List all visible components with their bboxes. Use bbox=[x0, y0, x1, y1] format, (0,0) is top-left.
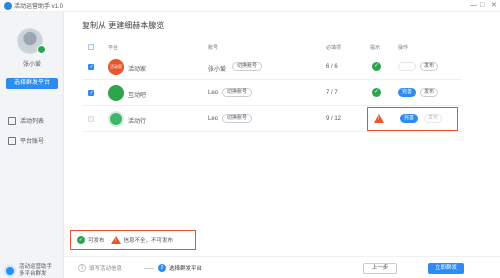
column-account: 账号 bbox=[208, 45, 219, 51]
minimize-button[interactable]: — bbox=[470, 1, 477, 10]
column-action: 操作 bbox=[398, 45, 409, 51]
wechat-badge-icon bbox=[37, 45, 46, 54]
row-checkbox[interactable] bbox=[88, 90, 94, 96]
table-row: 互动吧 Leo 切换账号 7 / 7 ✓ 完善 发布 bbox=[82, 80, 462, 106]
brand-logo-icon bbox=[4, 265, 16, 277]
row-checkbox[interactable] bbox=[88, 64, 94, 70]
platform-name: 活动行 bbox=[128, 119, 147, 125]
huodongjia-logo-icon: 活动家 bbox=[108, 59, 124, 75]
previous-step-button[interactable]: 上一步 bbox=[363, 263, 397, 274]
step-connector bbox=[144, 268, 154, 269]
account-icon bbox=[8, 136, 16, 145]
legend-warn-label: 信息不全，不可发布 bbox=[123, 238, 174, 244]
table-row: 活动家 活动家 张小爱 切换账号 6 / 6 ✓ 发布 bbox=[82, 54, 462, 80]
publish-now-button[interactable]: 立即群发 bbox=[428, 263, 464, 274]
highlight-box bbox=[367, 107, 458, 131]
sidebar-item-activity-list[interactable]: 活动列表 bbox=[8, 116, 44, 125]
huodongxing-logo-icon bbox=[108, 111, 124, 127]
publish-button[interactable]: 发布 bbox=[420, 62, 438, 71]
column-hint: 提示 bbox=[370, 45, 381, 51]
column-required: 必填项 bbox=[326, 45, 342, 51]
switch-account-button[interactable]: 切换账号 bbox=[232, 62, 263, 71]
status-legend: ✓ 可发布 信息不全，不可发布 bbox=[70, 230, 196, 250]
account-name: Leo bbox=[208, 116, 219, 122]
brand-name: 活动运营助手 bbox=[19, 264, 53, 270]
warning-icon bbox=[110, 236, 121, 244]
column-platform: 平台 bbox=[108, 45, 119, 51]
select-all-checkbox[interactable] bbox=[88, 44, 94, 50]
check-circle-icon: ✓ bbox=[372, 62, 381, 71]
sidebar: 张小爱 选择群发平台 活动列表 平台账号 活动运营助手 多平台群发 bbox=[0, 12, 64, 278]
complete-button bbox=[398, 62, 416, 71]
close-button[interactable]: ✕ bbox=[491, 1, 497, 10]
brand: 活动运营助手 多平台群发 bbox=[4, 264, 52, 278]
switch-account-button[interactable]: 切换账号 bbox=[222, 88, 253, 97]
account-name: Leo bbox=[208, 90, 219, 96]
legend-ok-label: 可发布 bbox=[88, 238, 105, 244]
page-title: 复制从 更建细赫本腺览 bbox=[82, 21, 165, 30]
window-title: 活动运营助手 v1.0 bbox=[14, 4, 64, 10]
title-bar: 活动运营助手 v1.0 — □ ✕ bbox=[0, 0, 500, 12]
switch-account-button[interactable]: 切换账号 bbox=[222, 114, 253, 123]
bottom-bar: 1 填写活动信息 2 选择群发平台 上一步 立即群发 bbox=[64, 256, 500, 278]
maximize-button[interactable]: □ bbox=[480, 1, 484, 10]
list-icon bbox=[8, 116, 16, 125]
step-fill-info: 1 填写活动信息 bbox=[78, 264, 122, 272]
account-name: 张小爱 bbox=[208, 67, 227, 73]
row-checkbox[interactable] bbox=[88, 116, 94, 122]
required-count: 9 / 12 bbox=[326, 116, 342, 122]
choose-platform-button[interactable]: 选择群发平台 bbox=[6, 78, 58, 89]
check-circle-icon: ✓ bbox=[372, 88, 381, 97]
hint-status: ✓ bbox=[372, 88, 381, 97]
platform-name: 互动吧 bbox=[128, 93, 147, 99]
hint-status: ✓ bbox=[372, 62, 381, 71]
platform-name: 活动家 bbox=[128, 67, 147, 73]
app-logo-icon bbox=[4, 2, 12, 10]
required-count: 6 / 6 bbox=[326, 64, 338, 70]
table-header: 平台 账号 必填项 提示 操作 bbox=[82, 42, 462, 52]
publish-button[interactable]: 发布 bbox=[420, 88, 438, 97]
username: 张小爱 bbox=[22, 62, 41, 68]
required-count: 7 / 7 bbox=[326, 90, 338, 96]
sidebar-item-label: 活动列表 bbox=[20, 119, 45, 125]
check-circle-icon: ✓ bbox=[77, 236, 85, 244]
sidebar-item-label: 平台账号 bbox=[20, 139, 45, 145]
complete-button[interactable]: 完善 bbox=[398, 88, 416, 97]
step-choose-platform: 2 选择群发平台 bbox=[158, 264, 202, 272]
sidebar-item-platform-accounts[interactable]: 平台账号 bbox=[8, 136, 44, 145]
brand-sub: 多平台群发 bbox=[19, 271, 47, 277]
hudongba-logo-icon bbox=[108, 85, 124, 101]
